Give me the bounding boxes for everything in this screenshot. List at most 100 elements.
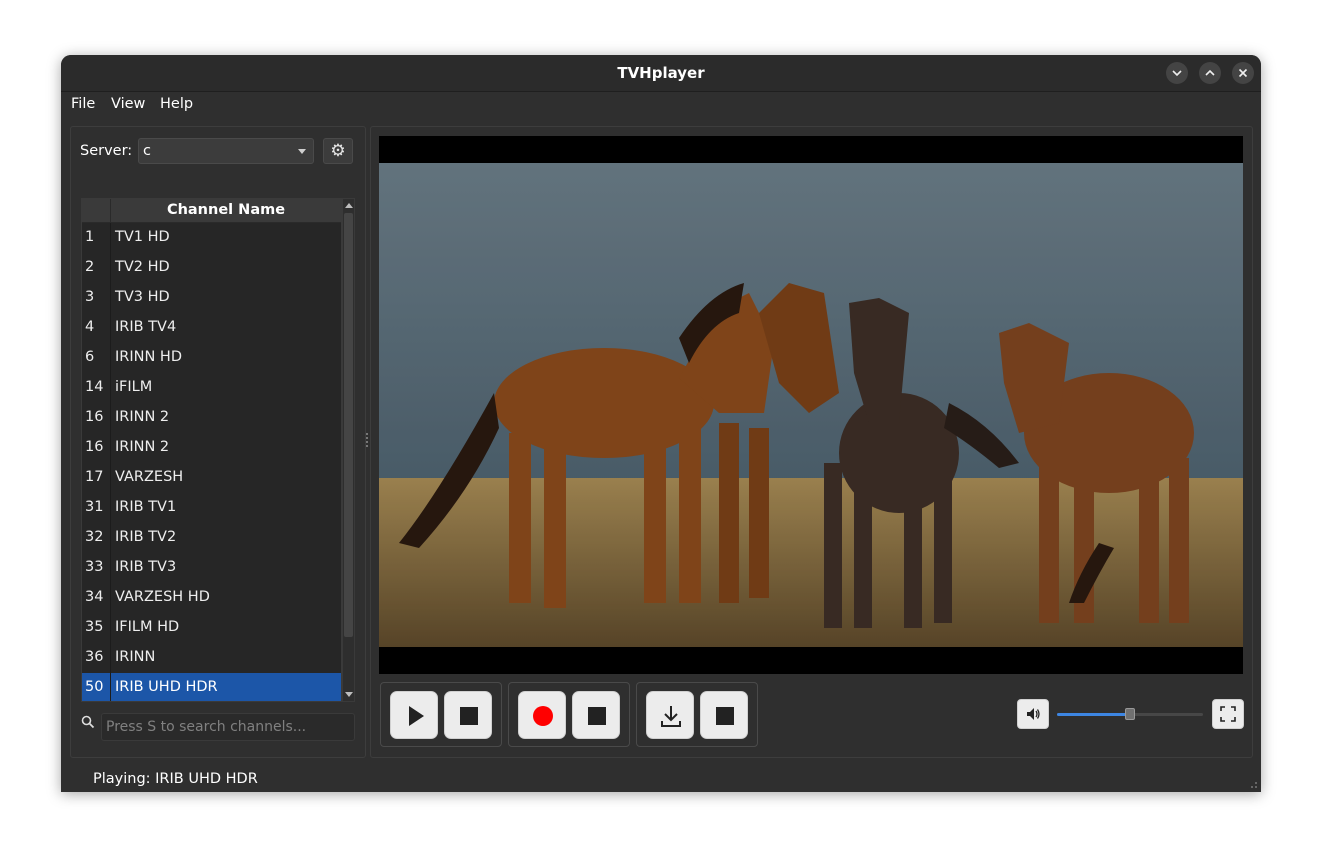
channel-name: TV3 HD (115, 289, 170, 305)
table-row[interactable]: 32 IRIB TV2 (82, 523, 341, 553)
channel-number: 14 (85, 379, 104, 395)
minimize-button[interactable] (1166, 62, 1188, 84)
channel-name: IRIB TV3 (115, 559, 177, 575)
channel-number: 35 (85, 619, 104, 635)
table-row[interactable]: 16 IRINN 2 (82, 403, 341, 433)
stop-icon (716, 707, 734, 725)
close-button[interactable] (1232, 62, 1254, 84)
row-divider (110, 673, 111, 701)
dropdown-arrow-icon (298, 149, 306, 154)
mute-button[interactable] (1017, 699, 1049, 729)
table-row[interactable]: 16 IRINN 2 (82, 433, 341, 463)
download-controls (636, 682, 758, 747)
scroll-down-icon[interactable] (345, 692, 353, 697)
server-value: c (143, 143, 151, 159)
row-divider (110, 553, 111, 583)
channel-rows: 1 TV1 HD 2 TV2 HD 3 TV3 HD 4 IRIB TV4 6 IRINN HD 1… (82, 223, 341, 701)
table-row[interactable]: 17 VARZESH (82, 463, 341, 493)
table-row[interactable]: 34 VARZESH HD (82, 583, 341, 613)
server-settings-button[interactable]: ⚙ (323, 138, 353, 164)
channel-number: 50 (85, 679, 104, 695)
row-divider (110, 343, 111, 373)
channel-name: IFILM HD (115, 619, 180, 635)
table-header: Channel Name (82, 199, 341, 223)
playback-controls (380, 682, 502, 747)
stop-icon (588, 707, 606, 725)
table-row[interactable]: 35 IFILM HD (82, 613, 341, 643)
table-row[interactable]: 14 iFILM (82, 373, 341, 403)
channel-name: IRIB TV1 (115, 499, 177, 515)
channel-name: VARZESH HD (115, 589, 210, 605)
menu-file[interactable]: File (71, 96, 95, 112)
maximize-button[interactable] (1199, 62, 1221, 84)
channel-name: IRINN 2 (115, 439, 170, 455)
table-row[interactable]: 50 IRIB UHD HDR (82, 673, 341, 701)
channel-name: IRINN (115, 649, 156, 665)
search-icon (81, 715, 95, 733)
channel-panel: Server: c ⚙ Channel Name 1 TV1 HD 2 TV2 HD 3… (70, 126, 366, 758)
scroll-thumb[interactable] (344, 213, 353, 637)
channel-number: 3 (85, 289, 95, 305)
channel-name: iFILM (115, 379, 153, 395)
table-row[interactable]: 3 TV3 HD (82, 283, 341, 313)
channel-name: IRIB UHD HDR (115, 679, 218, 695)
play-button[interactable] (390, 691, 438, 739)
row-divider (110, 493, 111, 523)
speaker-icon (1027, 708, 1040, 720)
volume-slider[interactable] (1057, 708, 1203, 720)
channel-search-input[interactable] (101, 713, 355, 741)
row-divider (110, 643, 111, 673)
channel-scrollbar[interactable] (342, 198, 355, 702)
channel-number: 16 (85, 409, 104, 425)
fullscreen-button[interactable] (1212, 699, 1244, 729)
server-label: Server: (80, 143, 133, 159)
row-divider (110, 523, 111, 553)
channel-number: 31 (85, 499, 104, 515)
download-icon (661, 706, 681, 727)
channel-name: IRINN HD (115, 349, 182, 365)
volume-handle[interactable] (1125, 708, 1135, 720)
scroll-up-icon[interactable] (345, 203, 353, 208)
server-select[interactable]: c (138, 138, 314, 164)
record-button[interactable] (518, 691, 566, 739)
channel-number: 1 (85, 229, 95, 245)
menu-help[interactable]: Help (160, 96, 193, 112)
row-divider (110, 433, 111, 463)
row-divider (110, 613, 111, 643)
table-row[interactable]: 6 IRINN HD (82, 343, 341, 373)
window-title: TVHplayer (617, 64, 705, 82)
play-icon (409, 706, 424, 726)
splitter-handle[interactable] (366, 433, 368, 451)
channel-number: 36 (85, 649, 104, 665)
stop-download-button[interactable] (700, 691, 748, 739)
table-row[interactable]: 33 IRIB TV3 (82, 553, 341, 583)
channel-name: IRINN 2 (115, 409, 170, 425)
channel-number: 33 (85, 559, 104, 575)
table-row[interactable]: 31 IRIB TV1 (82, 493, 341, 523)
channel-number: 34 (85, 589, 104, 605)
column-header-channel-name[interactable]: Channel Name (111, 202, 341, 218)
table-row[interactable]: 1 TV1 HD (82, 223, 341, 253)
channel-number: 4 (85, 319, 95, 335)
record-icon (533, 706, 553, 726)
app-window: TVHplayer File View Help Server: c ⚙ Cha… (61, 55, 1261, 792)
channel-number: 17 (85, 469, 104, 485)
channel-table: Channel Name 1 TV1 HD 2 TV2 HD 3 TV3 HD 4 IRIB … (81, 198, 342, 702)
download-button[interactable] (646, 691, 694, 739)
row-divider (110, 283, 111, 313)
video-frame (379, 163, 1243, 647)
table-row[interactable]: 4 IRIB TV4 (82, 313, 341, 343)
row-divider (110, 583, 111, 613)
table-row[interactable]: 36 IRINN (82, 643, 341, 673)
stop-record-button[interactable] (572, 691, 620, 739)
table-row[interactable]: 2 TV2 HD (82, 253, 341, 283)
resize-grip-icon[interactable] (1248, 779, 1258, 789)
channel-number: 32 (85, 529, 104, 545)
channel-name: VARZESH (115, 469, 184, 485)
menu-view[interactable]: View (111, 96, 145, 112)
video-display[interactable] (379, 136, 1243, 674)
stop-play-button[interactable] (444, 691, 492, 739)
channel-name: IRIB TV4 (115, 319, 177, 335)
channel-number: 2 (85, 259, 95, 275)
channel-name: TV2 HD (115, 259, 170, 275)
